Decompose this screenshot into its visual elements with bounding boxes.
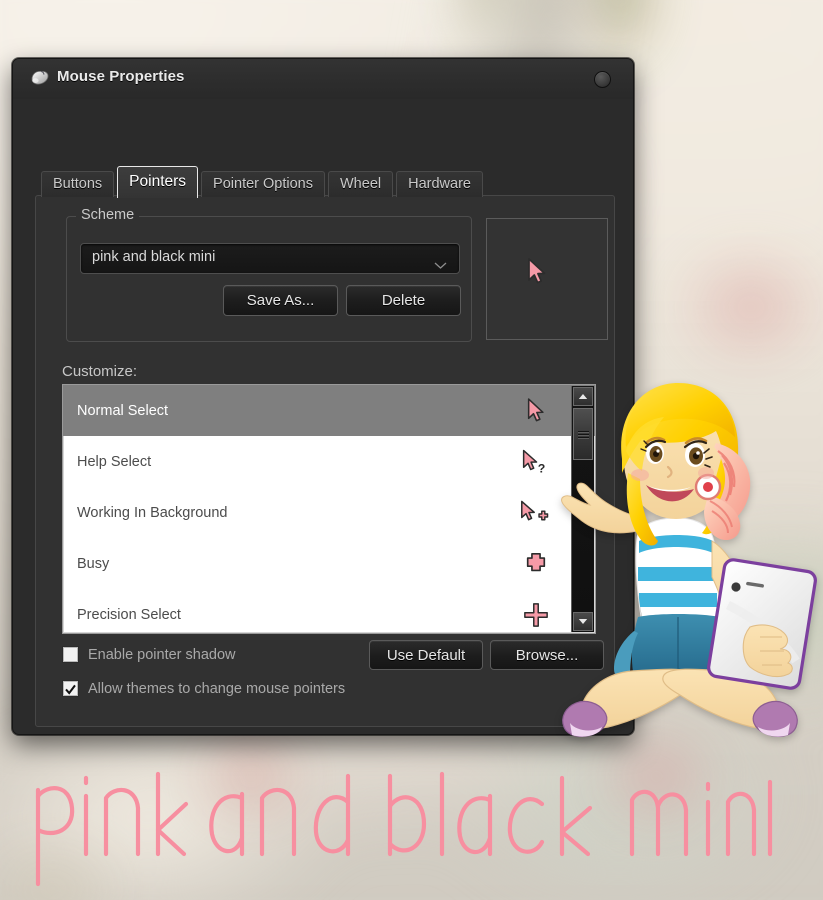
pointer-list[interactable]: Normal Select Help Select ? Working In B… bbox=[62, 384, 596, 634]
customize-label: Customize: bbox=[62, 363, 138, 380]
enable-pointer-shadow-checkbox[interactable] bbox=[62, 646, 79, 663]
enable-pointer-shadow-label: Enable pointer shadow bbox=[88, 646, 236, 663]
delete-button[interactable]: Delete bbox=[346, 285, 461, 316]
cartoon-girl-with-tablet bbox=[560, 355, 823, 755]
pink-arrow-working-cursor bbox=[519, 496, 553, 530]
scheme-groupbox bbox=[66, 216, 472, 342]
scheme-dropdown[interactable]: pink and black mini bbox=[80, 243, 460, 274]
caption-script-text bbox=[18, 762, 778, 892]
enable-pointer-shadow-row[interactable]: Enable pointer shadow bbox=[62, 646, 236, 663]
list-item-label: Working In Background bbox=[77, 504, 228, 521]
list-item[interactable]: Working In Background bbox=[63, 487, 595, 538]
allow-themes-row[interactable]: Allow themes to change mouse pointers bbox=[62, 680, 345, 697]
svg-text:?: ? bbox=[538, 461, 546, 475]
allow-themes-checkbox[interactable] bbox=[62, 680, 79, 697]
list-item[interactable]: Help Select ? bbox=[63, 436, 595, 487]
tab-wheel[interactable]: Wheel bbox=[328, 171, 394, 197]
close-button[interactable] bbox=[594, 71, 611, 88]
pointer-preview-box bbox=[486, 218, 608, 340]
window-title: Mouse Properties bbox=[57, 68, 185, 85]
pink-precision-cursor bbox=[519, 598, 553, 632]
scheme-selected-value: pink and black mini bbox=[92, 249, 216, 265]
pink-arrow-cursor bbox=[519, 394, 553, 428]
pink-arrow-cursor bbox=[525, 257, 549, 292]
list-item-label: Help Select bbox=[77, 453, 152, 470]
list-item-label: Busy bbox=[77, 555, 110, 572]
tab-pointers[interactable]: Pointers bbox=[117, 166, 199, 198]
tab-buttons[interactable]: Buttons bbox=[41, 171, 115, 197]
list-item[interactable]: Normal Select bbox=[63, 385, 595, 436]
allow-themes-label: Allow themes to change mouse pointers bbox=[88, 680, 346, 697]
list-item-label: Precision Select bbox=[77, 606, 181, 623]
title-bar: Mouse Properties bbox=[13, 59, 633, 99]
save-as-button[interactable]: Save As... bbox=[223, 285, 338, 316]
chevron-down-icon bbox=[434, 256, 447, 269]
list-item[interactable]: Busy bbox=[63, 538, 595, 589]
mouse-properties-dialog: Mouse Properties Scheme pink and black m… bbox=[12, 58, 634, 735]
tab-strip: Buttons Pointers Pointer Options Wheel H… bbox=[41, 166, 486, 198]
tab-hardware[interactable]: Hardware bbox=[396, 171, 483, 197]
mouse-icon bbox=[27, 67, 51, 89]
tab-panel: Scheme pink and black mini Save As... De… bbox=[35, 195, 615, 727]
checkmark-icon bbox=[65, 682, 76, 695]
list-item-label: Normal Select bbox=[77, 402, 169, 419]
tab-pointer-options[interactable]: Pointer Options bbox=[201, 171, 325, 197]
use-default-button[interactable]: Use Default bbox=[369, 640, 483, 670]
scheme-legend: Scheme bbox=[76, 207, 140, 223]
pink-busy-cursor bbox=[519, 547, 553, 581]
list-item[interactable]: Precision Select bbox=[63, 589, 595, 633]
pink-arrow-help-cursor: ? bbox=[519, 445, 553, 479]
